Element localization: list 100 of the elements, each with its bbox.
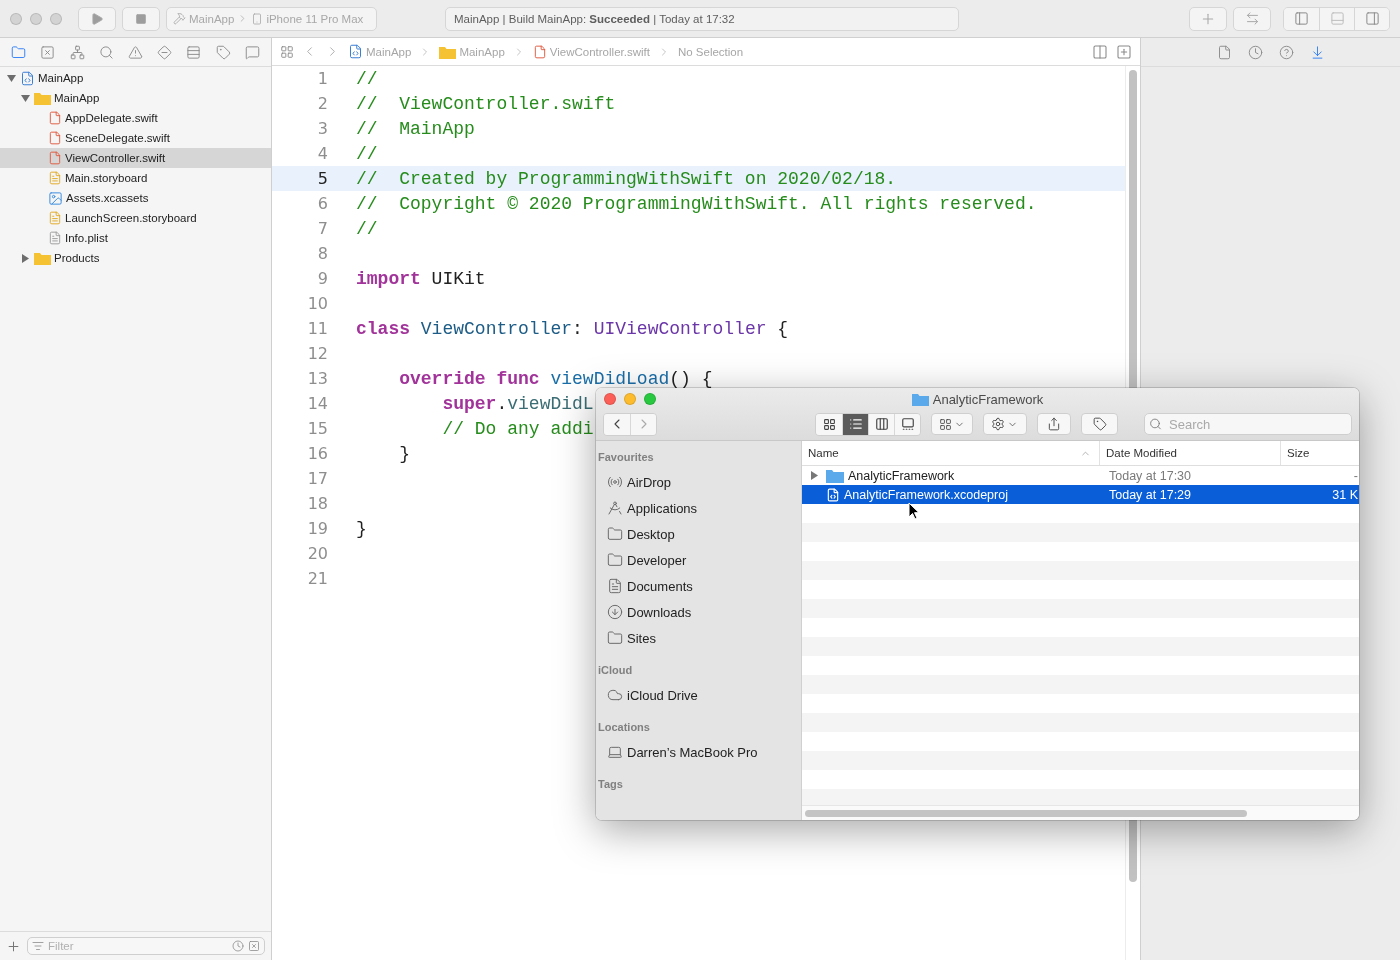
code-text: class ViewController: UIViewController { [356,318,789,339]
line-number: 1 [317,69,328,88]
disclosure-triangle-icon[interactable] [7,73,16,83]
swift-file-icon [532,44,547,59]
panel-right-icon [1364,11,1380,26]
disclosure-triangle-icon[interactable] [810,471,819,480]
project-file-icon [20,70,35,86]
file-size: 31 K [1332,487,1358,502]
gallery-view-button[interactable] [894,413,920,435]
window-zoom-button[interactable] [644,393,656,405]
navigator-item[interactable]: AppDelegate.swift [0,108,271,128]
disclosure-triangle-icon[interactable] [21,253,30,263]
column-header[interactable]: Date Modified [1106,447,1177,459]
list-view-button[interactable] [842,413,868,435]
navigator-item[interactable]: Main.storyboard [0,168,271,188]
folder-icon[interactable] [11,44,27,60]
forward-button[interactable] [630,413,656,435]
grid-view-button[interactable] [816,413,842,435]
column-view-button[interactable] [868,413,894,435]
clock-icon[interactable] [232,940,244,952]
search-field[interactable]: Search [1144,413,1352,435]
activity-status: MainApp | Build MainApp: Succeeded | Today at 17:32 [445,6,959,31]
sidebar-item[interactable]: Desktop [598,521,801,547]
navigator-item[interactable]: Products [0,248,271,268]
phone-icon [251,12,264,25]
sidebar-item[interactable]: Developer [598,547,801,573]
share-button[interactable] [1036,413,1072,435]
action-button[interactable] [983,413,1027,435]
file-row[interactable]: AnalyticFramework.xcodeproj Today at 17:29 31 K [802,485,1359,504]
file-name: AnalyticFramework [848,468,955,483]
sidebar-item[interactable]: AirDrop [598,469,801,495]
download-icon [607,604,623,620]
navigator-item[interactable]: MainApp [0,88,271,108]
sidebar-item[interactable]: Darren’s MacBook Pro [598,739,801,765]
disclosure-triangle-icon[interactable] [21,93,30,103]
window-zoom-button[interactable] [50,12,62,25]
storyboard-file-icon [48,211,62,225]
library-button[interactable] [1189,6,1227,31]
tag-icon [1092,417,1107,431]
sidebar-item[interactable]: iCloud Drive [598,682,801,708]
clock-icon[interactable] [1247,44,1263,60]
group-button[interactable] [931,413,974,435]
minimap-icon[interactable] [1092,43,1108,60]
list-icon [848,417,863,431]
code-review-button[interactable] [1233,6,1271,31]
window-minimize-button[interactable] [30,12,42,25]
hierarchy-icon[interactable] [69,44,85,60]
navigator-item[interactable]: ViewController.swift [0,148,271,168]
line-number: 8 [317,244,328,263]
debug-area-toggle[interactable] [1319,7,1354,30]
folder-icon [607,630,623,646]
sidebar-item[interactable]: Downloads [598,599,801,625]
navigator-item[interactable]: SceneDelegate.swift [0,128,271,148]
window-minimize-button[interactable] [624,393,636,405]
navigator-item[interactable]: Info.plist [0,228,271,248]
rows-icon[interactable] [186,44,202,60]
line-number: 12 [307,344,328,363]
square-x-icon[interactable] [248,940,260,952]
message-icon[interactable] [244,44,260,60]
assets-icon [48,190,63,206]
sidebar-item[interactable]: Applications [598,495,801,521]
inspector-toggle[interactable] [1354,7,1389,30]
diamond-icon[interactable] [157,44,173,60]
line-number: 20 [307,544,328,563]
folder-icon [607,552,623,568]
storyboard-file-icon [48,171,62,185]
grid-icon[interactable] [280,44,294,59]
project-file-icon [348,44,363,59]
stop-button[interactable] [122,6,160,31]
column-header[interactable]: Name [808,447,839,459]
window-close-button[interactable] [10,12,22,25]
window-close-button[interactable] [604,393,616,405]
run-button[interactable] [78,6,116,31]
filter-field[interactable]: Filter [27,937,265,955]
sidebar-item[interactable]: Sites [598,625,801,651]
file-icon[interactable] [1216,44,1232,60]
navigator-item[interactable]: Assets.xcassets [0,188,271,208]
panel-bottom-icon [1329,11,1345,26]
sidebar-item[interactable]: Documents [598,573,801,599]
line-number: 5 [317,169,328,188]
tag-icon[interactable] [215,44,231,60]
add-editor-icon[interactable] [1116,43,1132,60]
back-button[interactable] [604,413,630,435]
navigator-toggle[interactable] [1284,7,1319,30]
add-icon[interactable] [6,938,21,954]
square-x-icon[interactable] [40,44,56,60]
search-icon[interactable] [98,44,114,60]
columns-icon [874,417,889,431]
warning-icon[interactable] [128,44,143,60]
swift-file-icon [48,151,62,165]
navigator-item[interactable]: LaunchScreen.storyboard [0,208,271,228]
line-number: 14 [307,394,328,413]
column-header[interactable]: Size [1287,447,1310,459]
drafting-compass-icon [607,500,623,516]
help-icon[interactable] [1278,44,1294,60]
tag-button[interactable] [1081,413,1118,435]
scrollbar-thumb[interactable] [805,809,1247,817]
folder-icon [826,468,844,483]
navigator-item[interactable]: MainApp [0,68,271,88]
code-text: // Created by ProgrammingWithSwift on 2020/02/18. [356,168,897,189]
